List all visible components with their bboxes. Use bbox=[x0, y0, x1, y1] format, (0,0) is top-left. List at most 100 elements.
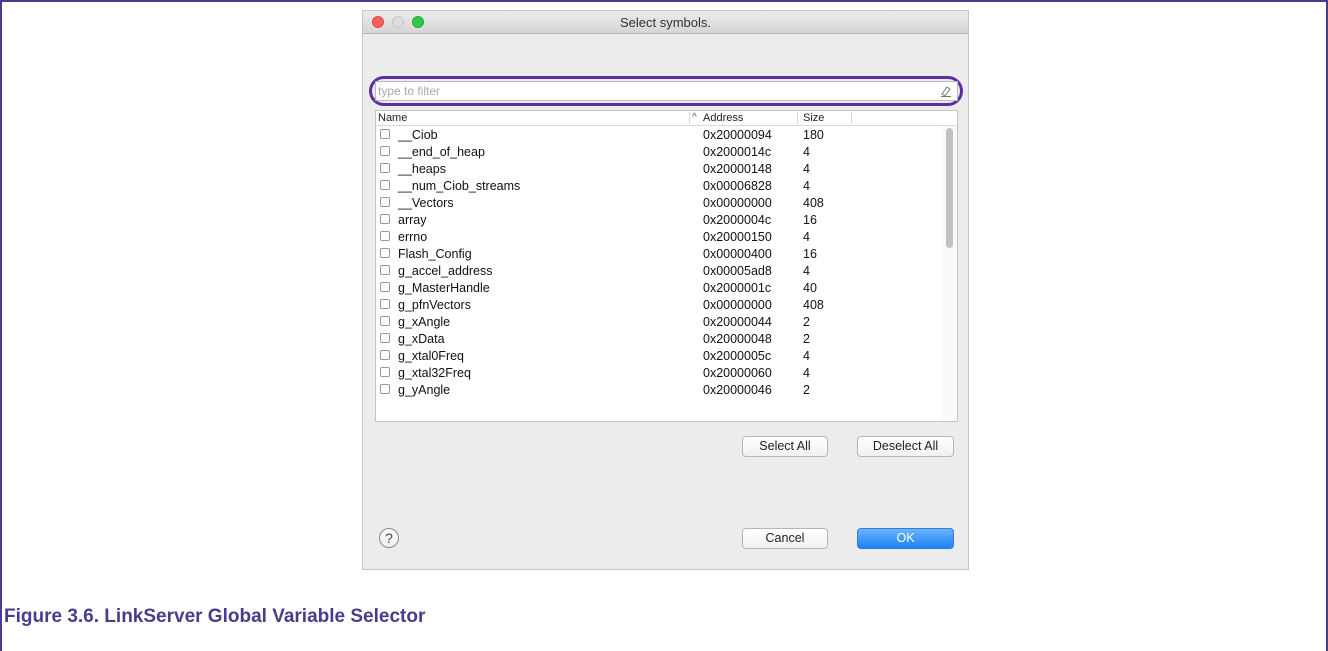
row-checkbox[interactable] bbox=[380, 265, 390, 275]
table-header: Name ^ Address Size bbox=[376, 111, 957, 126]
row-checkbox[interactable] bbox=[380, 231, 390, 241]
symbol-name: g_accel_address bbox=[398, 264, 493, 278]
symbol-name: __heaps bbox=[398, 162, 446, 176]
symbol-name: Flash_Config bbox=[398, 247, 472, 261]
window-title: Select symbols. bbox=[619, 15, 712, 30]
symbol-name: g_MasterHandle bbox=[398, 281, 490, 295]
row-checkbox[interactable] bbox=[380, 146, 390, 156]
column-divider bbox=[851, 112, 852, 124]
filter-input[interactable] bbox=[375, 81, 958, 101]
row-checkbox[interactable] bbox=[380, 129, 390, 139]
table-row[interactable]: g_xtal0Freq 0x2000005c 4 bbox=[376, 347, 942, 364]
table-row[interactable]: __Ciob 0x20000094 180 bbox=[376, 126, 942, 143]
symbol-address: 0x2000014c bbox=[703, 145, 772, 159]
table-row[interactable]: array 0x2000004c 16 bbox=[376, 211, 942, 228]
row-checkbox[interactable] bbox=[380, 214, 390, 224]
table-row[interactable]: g_xData 0x20000048 2 bbox=[376, 330, 942, 347]
column-header-name[interactable]: Name bbox=[378, 111, 407, 125]
symbol-address: 0x2000005c bbox=[703, 349, 772, 363]
symbol-size: 408 bbox=[803, 196, 824, 210]
symbol-name: __Vectors bbox=[398, 196, 454, 210]
table-row[interactable]: __heaps 0x20000148 4 bbox=[376, 160, 942, 177]
row-checkbox[interactable] bbox=[380, 163, 390, 173]
symbol-name: g_xtal32Freq bbox=[398, 366, 471, 380]
symbol-address: 0x00000400 bbox=[703, 247, 772, 261]
ok-button[interactable]: OK bbox=[857, 528, 954, 549]
clear-filter-icon[interactable] bbox=[939, 84, 953, 98]
symbol-address: 0x00006828 bbox=[703, 179, 772, 193]
symbol-size: 4 bbox=[803, 145, 810, 159]
symbol-name: g_xData bbox=[398, 332, 445, 346]
row-checkbox[interactable] bbox=[380, 299, 390, 309]
symbol-name: __Ciob bbox=[398, 128, 438, 142]
row-checkbox[interactable] bbox=[380, 350, 390, 360]
symbol-name: g_pfnVectors bbox=[398, 298, 471, 312]
column-header-address[interactable]: Address bbox=[703, 111, 743, 125]
symbol-size: 4 bbox=[803, 230, 810, 244]
column-divider bbox=[797, 112, 798, 124]
symbol-address: 0x00005ad8 bbox=[703, 264, 772, 278]
symbol-size: 2 bbox=[803, 383, 810, 397]
figure-caption: Figure 3.6. LinkServer Global Variable S… bbox=[4, 606, 426, 627]
table-row[interactable]: g_MasterHandle 0x2000001c 40 bbox=[376, 279, 942, 296]
row-checkbox[interactable] bbox=[380, 316, 390, 326]
row-checkbox[interactable] bbox=[380, 248, 390, 258]
table-row[interactable]: __num_Ciob_streams 0x00006828 4 bbox=[376, 177, 942, 194]
table-row[interactable]: __end_of_heap 0x2000014c 4 bbox=[376, 143, 942, 160]
table-row[interactable]: g_pfnVectors 0x00000000 408 bbox=[376, 296, 942, 313]
symbol-address: 0x00000000 bbox=[703, 196, 772, 210]
symbol-name: errno bbox=[398, 230, 428, 244]
title-bar: Select symbols. bbox=[363, 11, 968, 34]
row-checkbox[interactable] bbox=[380, 367, 390, 377]
symbol-name: array bbox=[398, 213, 427, 227]
table-row[interactable]: g_xtal32Freq 0x20000060 4 bbox=[376, 364, 942, 381]
deselect-all-button[interactable]: Deselect All bbox=[857, 436, 954, 457]
symbol-name: __end_of_heap bbox=[398, 145, 485, 159]
symbol-size: 4 bbox=[803, 366, 810, 380]
table-row[interactable]: Flash_Config 0x00000400 16 bbox=[376, 245, 942, 262]
table-row[interactable]: __Vectors 0x00000000 408 bbox=[376, 194, 942, 211]
symbol-address: 0x20000094 bbox=[703, 128, 772, 142]
symbol-address: 0x2000004c bbox=[703, 213, 772, 227]
select-all-button[interactable]: Select All bbox=[742, 436, 828, 457]
symbol-size: 2 bbox=[803, 315, 810, 329]
help-icon[interactable]: ? bbox=[379, 528, 399, 548]
sort-indicator-icon: ^ bbox=[692, 112, 697, 123]
symbol-size: 4 bbox=[803, 264, 810, 278]
symbol-address: 0x20000048 bbox=[703, 332, 772, 346]
symbol-address: 0x20000148 bbox=[703, 162, 772, 176]
symbol-name: g_yAngle bbox=[398, 383, 451, 397]
table-body: __Ciob 0x20000094 180 __end_of_heap 0x200001… bbox=[376, 126, 942, 398]
symbol-address: 0x2000001c bbox=[703, 281, 772, 295]
row-checkbox[interactable] bbox=[380, 282, 390, 292]
row-checkbox[interactable] bbox=[380, 333, 390, 343]
row-checkbox[interactable] bbox=[380, 384, 390, 394]
symbol-address: 0x20000060 bbox=[703, 366, 772, 380]
symbol-name: g_xAngle bbox=[398, 315, 451, 329]
table-row[interactable]: errno 0x20000150 4 bbox=[376, 228, 942, 245]
symbol-address: 0x00000000 bbox=[703, 298, 772, 312]
row-checkbox[interactable] bbox=[380, 180, 390, 190]
symbol-size: 16 bbox=[803, 213, 817, 227]
cancel-button[interactable]: Cancel bbox=[742, 528, 828, 549]
table-row[interactable]: g_accel_address 0x00005ad8 4 bbox=[376, 262, 942, 279]
column-divider bbox=[689, 112, 690, 124]
symbol-size: 4 bbox=[803, 349, 810, 363]
symbol-name: __num_Ciob_streams bbox=[398, 179, 521, 193]
table-row[interactable]: g_yAngle 0x20000046 2 bbox=[376, 381, 942, 398]
symbol-size: 180 bbox=[803, 128, 824, 142]
select-symbols-dialog: Select symbols. Name ^ Address Size __Ci… bbox=[362, 10, 969, 570]
column-header-size[interactable]: Size bbox=[803, 111, 824, 125]
symbol-size: 2 bbox=[803, 332, 810, 346]
symbol-address: 0x20000150 bbox=[703, 230, 772, 244]
table-row[interactable]: g_xAngle 0x20000044 2 bbox=[376, 313, 942, 330]
symbol-size: 4 bbox=[803, 162, 810, 176]
scrollbar-thumb[interactable] bbox=[946, 128, 953, 248]
symbol-size: 408 bbox=[803, 298, 824, 312]
symbol-address: 0x20000046 bbox=[703, 383, 772, 397]
symbol-name: g_xtal0Freq bbox=[398, 349, 465, 363]
vertical-scrollbar[interactable] bbox=[942, 126, 957, 421]
row-checkbox[interactable] bbox=[380, 197, 390, 207]
symbols-table: Name ^ Address Size __Ciob 0x20000094 180 _… bbox=[375, 110, 958, 422]
symbol-size: 40 bbox=[803, 281, 817, 295]
